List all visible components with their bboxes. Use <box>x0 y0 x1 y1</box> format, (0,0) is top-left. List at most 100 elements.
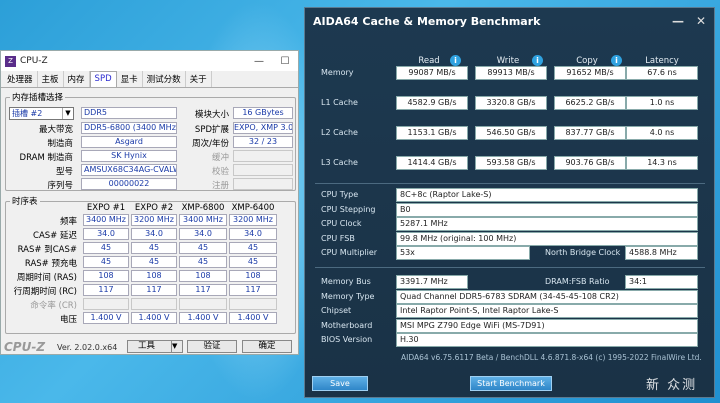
timing-header: EXPO #1 <box>86 203 126 213</box>
info-icon[interactable]: i <box>450 55 461 66</box>
validate-button[interactable]: 验证 <box>187 340 237 353</box>
timing-value: 45 <box>229 242 277 254</box>
divider <box>315 183 705 184</box>
timing-label: 频率 <box>59 217 77 227</box>
cpu-type-field: 8C+8c (Raptor Lake-S) <box>396 188 698 202</box>
chipset-field: Intel Raptor Point-S, Intel Raptor Lake-… <box>396 304 698 318</box>
timing-value: 34.0 <box>83 228 129 240</box>
registered-field <box>233 178 293 190</box>
bench-row-label: L2 Cache <box>321 128 358 137</box>
maximize-icon[interactable]: ☐ <box>272 56 298 67</box>
timing-label: 行周期时间 (RC) <box>13 287 77 297</box>
save-button[interactable]: Save <box>312 376 368 391</box>
timing-value: 45 <box>179 256 227 268</box>
timing-value: 45 <box>83 256 129 268</box>
dram-ratio-label: DRAM:FSB Ratio <box>545 277 610 286</box>
cpuz-logo-icon: Z <box>5 55 16 67</box>
motherboard-field: MSI MPG Z790 Edge WiFi (MS-7D91) <box>396 319 698 333</box>
timing-value: 117 <box>83 284 129 296</box>
timing-value: 117 <box>229 284 277 296</box>
module-size-field: 16 GBytes <box>233 107 293 119</box>
timing-value: 3400 MHz <box>83 214 129 226</box>
timing-value: 34.0 <box>131 228 177 240</box>
cpu-type-label: CPU Type <box>321 190 359 199</box>
timing-value: 34.0 <box>179 228 227 240</box>
registered-label: 注册 <box>211 181 229 191</box>
bench-value: 1.0 ns <box>626 96 698 110</box>
cpuz-title: CPU-Z <box>20 56 48 66</box>
info-icon[interactable]: i <box>532 55 543 66</box>
header-read: Read <box>418 56 440 66</box>
chevron-down-icon[interactable]: ▼ <box>62 108 73 119</box>
timing-value: 108 <box>131 270 177 282</box>
tools-button[interactable]: 工具 ▼ <box>127 340 183 353</box>
bench-value: 1414.4 GB/s <box>396 156 468 170</box>
timing-value: 45 <box>131 242 177 254</box>
correction-label: 校验 <box>211 167 229 177</box>
cpu-stepping-field: B0 <box>396 203 698 217</box>
timing-label: 周期时间 (RAS) <box>16 273 77 283</box>
timing-value <box>131 298 177 310</box>
tab-cpu[interactable]: 处理器 <box>3 71 38 87</box>
ddr-type-field: DDR5 <box>81 107 177 119</box>
tab-memory[interactable]: 内存 <box>64 71 90 87</box>
tab-spd[interactable]: SPD <box>89 71 117 87</box>
cpu-clock-field: 5287.1 MHz <box>396 217 698 231</box>
timing-value <box>229 298 277 310</box>
timing-value <box>179 298 227 310</box>
minimize-icon[interactable]: — <box>672 14 684 28</box>
timing-header: XMP-6800 <box>181 203 225 213</box>
tab-mainboard[interactable]: 主板 <box>38 71 64 87</box>
tab-about[interactable]: 关于 <box>186 71 212 87</box>
motherboard-label: Motherboard <box>321 321 373 330</box>
bench-value: 4582.9 GB/s <box>396 96 468 110</box>
timing-value: 108 <box>83 270 129 282</box>
cpu-stepping-label: CPU Stepping <box>321 205 376 214</box>
divider <box>315 267 705 268</box>
serial-field: 00000022 <box>81 178 177 190</box>
bandwidth-field: DDR5-6800 (3400 MHz) <box>81 122 177 134</box>
bench-value: 6625.2 GB/s <box>554 96 626 110</box>
cpu-clock-label: CPU Clock <box>321 219 362 228</box>
minimize-icon[interactable]: — <box>246 56 272 67</box>
bench-value: 91652 MB/s <box>554 66 626 80</box>
bandwidth-label: 最大带宽 <box>38 125 73 135</box>
bench-value: 3320.8 GB/s <box>475 96 547 110</box>
memory-bus-label: Memory Bus <box>321 277 371 286</box>
timing-value: 1.400 V <box>229 312 277 324</box>
timing-value: 45 <box>83 242 129 254</box>
correction-field <box>233 164 293 176</box>
tab-bench[interactable]: 测试分数 <box>143 71 186 87</box>
module-size-label: 模块大小 <box>194 110 229 120</box>
header-latency: Latency <box>645 56 679 66</box>
timing-value: 1.400 V <box>131 312 177 324</box>
buffered-field <box>233 150 293 162</box>
close-icon[interactable]: ✕ <box>696 14 706 28</box>
timing-value: 117 <box>179 284 227 296</box>
bench-value: 14.3 ns <box>626 156 698 170</box>
aida-titlebar: AIDA64 Cache & Memory Benchmark — ✕ <box>305 8 714 34</box>
chevron-down-icon[interactable]: ▼ <box>171 341 182 352</box>
nb-clock-field: 4588.8 MHz <box>625 246 698 260</box>
slot-group-title: 内存插槽选择 <box>10 91 66 103</box>
bench-value: 67.6 ns <box>626 66 698 80</box>
dram-ratio-field: 34:1 <box>625 275 698 289</box>
info-icon[interactable]: i <box>611 55 622 66</box>
start-benchmark-button[interactable]: Start Benchmark <box>470 376 552 391</box>
bench-row-label: L3 Cache <box>321 158 358 167</box>
timing-value: 3400 MHz <box>179 214 227 226</box>
timing-value: 45 <box>179 242 227 254</box>
timing-value: 3200 MHz <box>229 214 277 226</box>
aida-window: AIDA64 Cache & Memory Benchmark — ✕ Read … <box>304 7 715 398</box>
slot-select[interactable]: 插槽 #2 ▼ <box>9 107 74 120</box>
watermark: 新 众测 <box>646 378 698 393</box>
bench-row-label: Memory <box>321 68 354 77</box>
ok-button[interactable]: 确定 <box>242 340 292 353</box>
bench-value: 903.76 GB/s <box>554 156 626 170</box>
memory-type-label: Memory Type <box>321 292 375 301</box>
timing-label: 命令率 (CR) <box>30 301 77 311</box>
cpu-fsb-label: CPU FSB <box>321 234 355 243</box>
tab-graphics[interactable]: 显卡 <box>117 71 143 87</box>
bench-value: 99087 MB/s <box>396 66 468 80</box>
timing-label: 电压 <box>59 315 77 325</box>
